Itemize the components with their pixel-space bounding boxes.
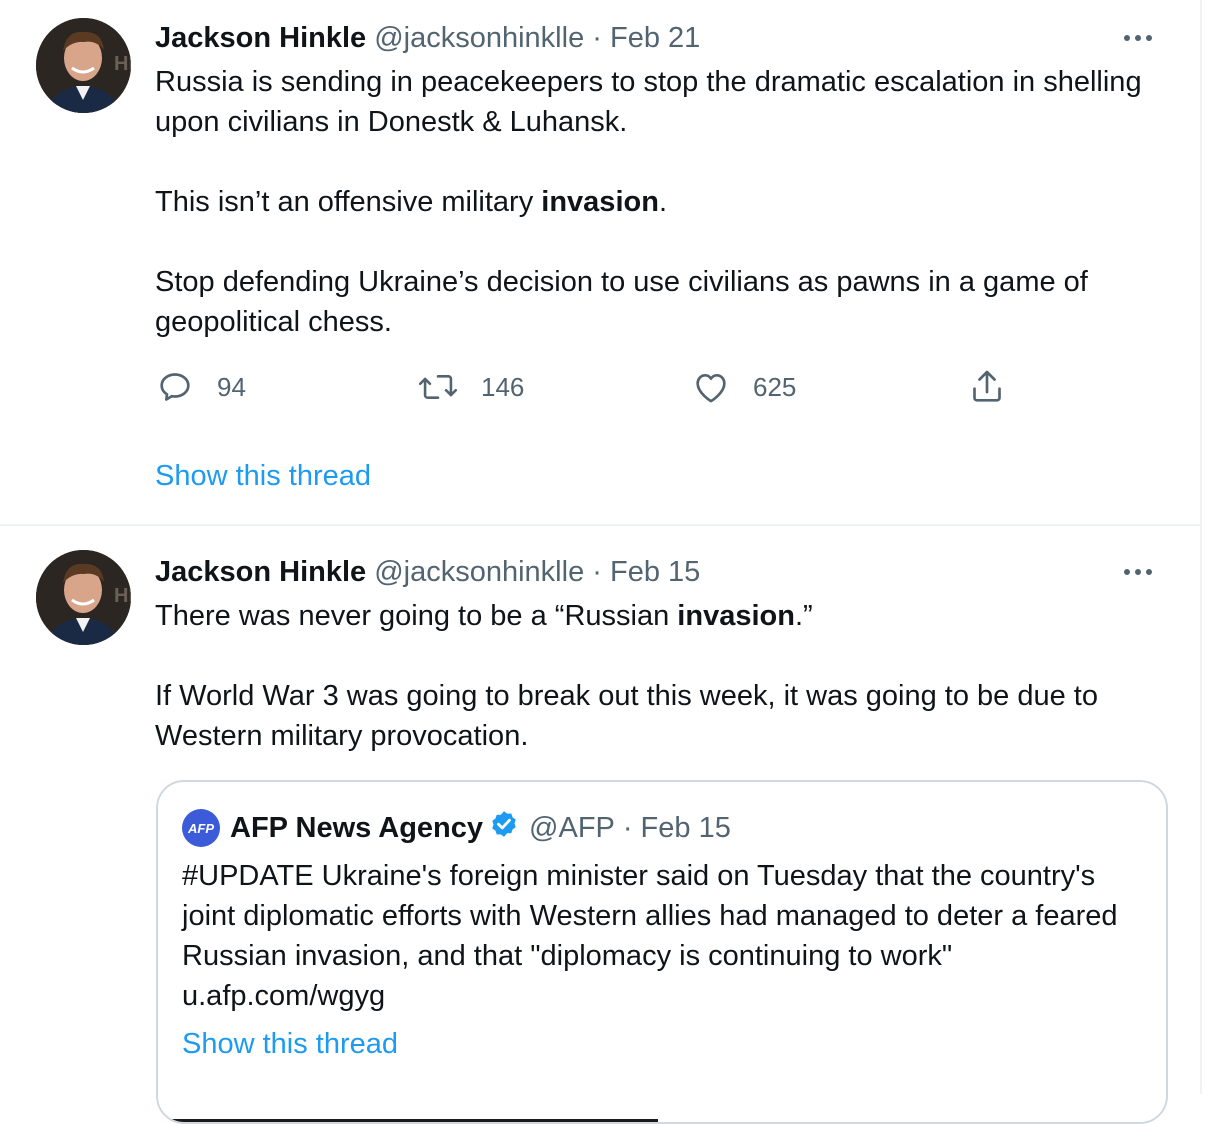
bold-text: invasion bbox=[677, 600, 795, 632]
author-name[interactable]: Jackson Hinkle bbox=[155, 556, 366, 588]
tweet[interactable]: HB Jackson Hinkle @jacksonhinklle · Feb … bbox=[0, 526, 1200, 1124]
tweet-date[interactable]: Feb 15 bbox=[610, 556, 700, 588]
more-icon[interactable] bbox=[1120, 28, 1156, 48]
quoted-tweet-date: Feb 15 bbox=[640, 811, 731, 844]
quoted-tweet-text: #UPDATE Ukraine's foreign minister said … bbox=[182, 860, 1118, 1012]
share-icon bbox=[973, 370, 1001, 402]
date-separator: · bbox=[592, 556, 602, 588]
author-handle[interactable]: @jacksonhinklle bbox=[374, 556, 584, 588]
quoted-tweet-header: AFP AFP News Agency @AFP · Feb 15 bbox=[182, 809, 731, 847]
retweet-count: 146 bbox=[481, 371, 525, 402]
bold-text: invasion bbox=[541, 186, 659, 218]
tweet-paragraph: This isn’t an offensive military invasio… bbox=[155, 182, 1155, 222]
date-separator: · bbox=[622, 811, 633, 844]
media-edge bbox=[158, 1119, 658, 1122]
verified-badge-icon bbox=[489, 809, 519, 847]
like-button[interactable]: 625 bbox=[691, 366, 796, 408]
tweet-text: Russia is sending in peacekeepers to sto… bbox=[155, 62, 1155, 342]
svg-text:HB: HB bbox=[114, 585, 131, 607]
quoted-tweet[interactable]: AFP AFP News Agency @AFP · Feb 15 #UPDAT… bbox=[156, 780, 1168, 1124]
timeline: HB Jackson Hinkle @jacksonhinklle · Feb … bbox=[0, 0, 1202, 1124]
quoted-author-handle: @AFP bbox=[529, 811, 615, 844]
share-button[interactable] bbox=[967, 366, 1007, 408]
afp-logo: AFP bbox=[182, 809, 220, 847]
quoted-author-name: AFP News Agency bbox=[230, 811, 484, 844]
text-run: . bbox=[658, 186, 667, 218]
more-icon[interactable] bbox=[1120, 562, 1156, 582]
like-count: 625 bbox=[753, 371, 797, 402]
action-bar: 94 146 625 bbox=[155, 366, 1055, 408]
tweet[interactable]: HB Jackson Hinkle @jacksonhinklle · Feb … bbox=[0, 0, 1200, 526]
text-run: .” bbox=[794, 600, 813, 632]
tweet-paragraph: Russia is sending in peacekeepers to sto… bbox=[155, 66, 1142, 138]
tweet-paragraph: Stop defending Ukraine’s decision to use… bbox=[155, 266, 1088, 338]
retweet-icon bbox=[418, 375, 458, 399]
heart-icon bbox=[696, 374, 726, 403]
author-handle[interactable]: @jacksonhinklle bbox=[374, 22, 584, 54]
tweet-header: Jackson Hinkle @jacksonhinklle · Feb 15 bbox=[155, 554, 700, 590]
avatar[interactable]: HB bbox=[36, 18, 131, 113]
text-run: There was never going to be a “Russian bbox=[155, 600, 678, 632]
author-name[interactable]: Jackson Hinkle bbox=[155, 22, 366, 54]
tweet-date[interactable]: Feb 21 bbox=[610, 22, 700, 54]
avatar[interactable]: HB bbox=[36, 550, 131, 645]
retweet-button[interactable]: 146 bbox=[417, 366, 524, 408]
reply-count: 94 bbox=[217, 371, 246, 402]
svg-text:HB: HB bbox=[114, 53, 131, 75]
tweet-header: Jackson Hinkle @jacksonhinklle · Feb 21 bbox=[155, 20, 700, 56]
reply-button[interactable]: 94 bbox=[155, 366, 246, 408]
date-separator: · bbox=[592, 22, 602, 54]
tweet-paragraph: If World War 3 was going to break out th… bbox=[155, 680, 1098, 752]
text-run: This isn’t an offensive military bbox=[155, 186, 542, 218]
reply-icon bbox=[160, 373, 190, 401]
quoted-show-thread-link[interactable]: Show this thread bbox=[182, 1026, 398, 1062]
tweet-paragraph: There was never going to be a “Russian i… bbox=[155, 596, 1155, 636]
show-thread-link[interactable]: Show this thread bbox=[155, 458, 371, 494]
tweet-text: There was never going to be a “Russian i… bbox=[155, 596, 1155, 756]
